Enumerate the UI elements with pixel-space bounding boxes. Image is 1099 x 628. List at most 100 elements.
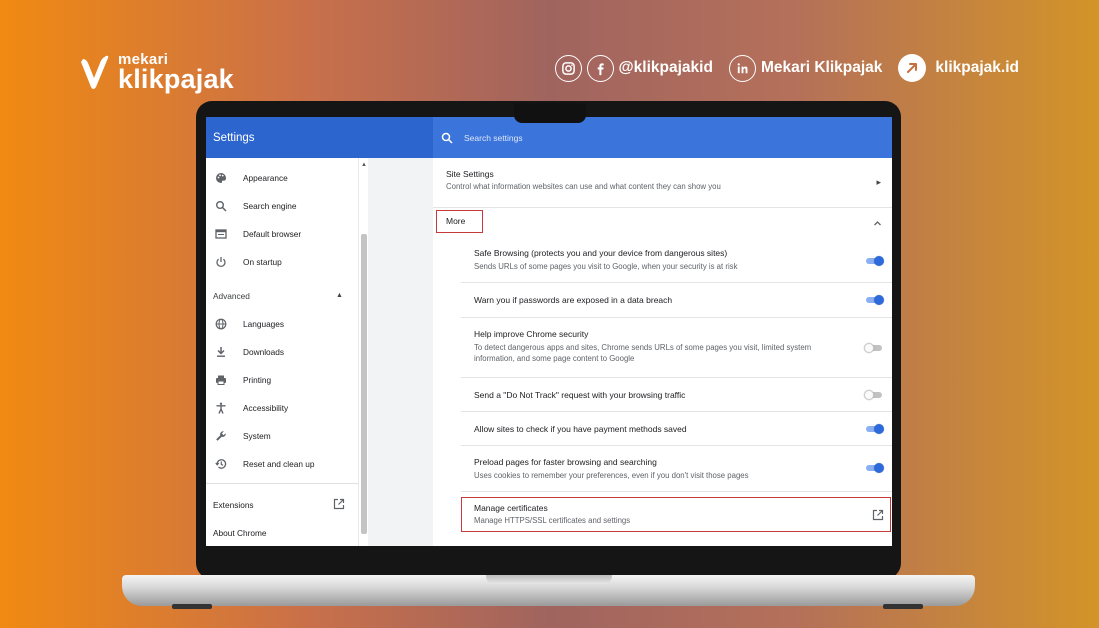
payment-methods-row[interactable]: Allow sites to check if you have payment… — [433, 424, 892, 434]
site-settings-row[interactable]: Site Settings Control what information w… — [433, 169, 892, 192]
row-divider — [461, 317, 892, 318]
palette-icon — [214, 171, 228, 185]
external-link-icon[interactable] — [898, 54, 927, 82]
wrench-icon — [214, 429, 228, 443]
setting-subtitle: Manage HTTPS/SSL certificates and settin… — [474, 516, 631, 525]
social-links: @klikpajakid Mekari Klikpajak klikpajak.… — [554, 54, 1019, 82]
setting-subtitle: Uses cookies to remember your preference… — [474, 471, 749, 480]
setting-title: Safe Browsing (protects you and your dev… — [474, 248, 728, 258]
accessibility-icon — [214, 401, 228, 415]
row-divider — [461, 282, 892, 283]
sidebar-item-label: Appearance — [243, 173, 288, 183]
chevron-up-icon[interactable] — [873, 215, 882, 233]
chevron-right-icon[interactable]: ▸ — [876, 177, 881, 188]
external-link-icon[interactable] — [872, 508, 884, 526]
printer-icon — [214, 373, 228, 387]
globe-icon — [214, 317, 228, 331]
linkedin-icon[interactable] — [728, 54, 756, 82]
brand-big-text: klikpajak — [118, 64, 234, 94]
search-icon — [441, 132, 453, 144]
laptop-base-notch — [486, 575, 612, 584]
setting-title: Manage certificates — [474, 503, 548, 513]
setting-title: Allow sites to check if you have payment… — [474, 424, 687, 434]
do-not-track-toggle[interactable] — [864, 390, 884, 400]
do-not-track-row[interactable]: Send a "Do Not Track" request with your … — [433, 390, 892, 400]
chevron-up-icon[interactable]: ▲ — [336, 292, 343, 299]
safe-browsing-toggle[interactable] — [864, 256, 884, 266]
facebook-icon[interactable] — [586, 54, 614, 82]
instagram-icon[interactable] — [554, 54, 582, 82]
chrome-settings-window: Settings Search settings Appearance Sear… — [206, 117, 892, 546]
sidebar-item-default-browser[interactable]: Default browser — [206, 224, 358, 244]
search-placeholder: Search settings — [464, 132, 523, 143]
sidebar-item-label: Accessibility — [243, 403, 289, 413]
sidebar-item-label: Default browser — [243, 229, 302, 239]
sidebar-item-label: Languages — [243, 319, 285, 329]
sidebar-item-on-startup[interactable]: On startup — [206, 252, 358, 272]
sidebar-item-label: On startup — [243, 257, 282, 267]
search-settings-field[interactable]: Search settings — [433, 117, 892, 158]
privacy-security-card: Site Settings Control what information w… — [433, 158, 892, 546]
search-icon — [214, 199, 228, 213]
setting-title: Warn you if passwords are exposed in a d… — [474, 295, 673, 305]
advanced-section-toggle[interactable]: Advanced — [213, 291, 250, 301]
row-divider — [461, 377, 892, 378]
setting-title: Send a "Do Not Track" request with your … — [474, 390, 686, 400]
sidebar-item-search-engine[interactable]: Search engine — [206, 196, 358, 216]
social-handle[interactable]: @klikpajakid — [619, 59, 713, 77]
sidebar-item-printing[interactable]: Printing — [206, 370, 358, 390]
scrollbar-thumb[interactable] — [361, 234, 367, 534]
checkmark-logo-icon — [81, 55, 109, 89]
row-divider — [461, 411, 892, 412]
row-divider — [461, 491, 892, 492]
manage-certificates-row[interactable]: Manage certificates Manage HTTPS/SSL cer… — [433, 503, 892, 526]
sidebar-item-languages[interactable]: Languages — [206, 314, 358, 334]
linkedin-name[interactable]: Mekari Klikpajak — [761, 59, 882, 77]
sidebar-item-reset[interactable]: Reset and clean up — [206, 454, 358, 474]
sidebar-item-label: Downloads — [243, 347, 285, 357]
sidebar-divider — [206, 483, 358, 484]
password-breach-toggle[interactable] — [864, 295, 884, 305]
sidebar-item-downloads[interactable]: Downloads — [206, 342, 358, 362]
browser-icon — [214, 227, 228, 241]
sidebar-item-system[interactable]: System — [206, 426, 358, 446]
sidebar-item-about-chrome[interactable]: About Chrome — [213, 528, 267, 538]
more-section-toggle[interactable]: More — [446, 216, 465, 226]
preload-pages-toggle[interactable] — [864, 463, 884, 473]
setting-title: Preload pages for faster browsing and se… — [474, 457, 657, 467]
sidebar-item-label: Printing — [243, 375, 272, 385]
sidebar-item-extensions[interactable]: Extensions — [213, 500, 254, 510]
setting-title: Help improve Chrome security — [474, 329, 589, 339]
external-link-icon[interactable] — [333, 497, 345, 515]
site-settings-title: Site Settings — [446, 169, 494, 179]
scroll-up-arrow-icon[interactable]: ▲ — [361, 162, 367, 168]
improve-security-row[interactable]: Help improve Chrome security To detect d… — [433, 329, 892, 365]
safe-browsing-row[interactable]: Safe Browsing (protects you and your dev… — [433, 248, 892, 272]
row-divider — [433, 207, 892, 208]
improve-security-toggle[interactable] — [864, 343, 884, 353]
laptop-foot — [883, 604, 923, 609]
sidebar-item-label: Reset and clean up — [243, 459, 315, 469]
camera-notch — [514, 103, 586, 123]
settings-toolbar: Settings Search settings — [206, 117, 892, 158]
laptop-foot — [172, 604, 212, 609]
website-link[interactable]: klikpajak.id — [935, 59, 1019, 77]
password-breach-row[interactable]: Warn you if passwords are exposed in a d… — [433, 295, 892, 305]
download-icon — [214, 345, 228, 359]
klikpajak-logo: mekari klikpajak — [78, 52, 234, 93]
power-icon — [214, 255, 228, 269]
setting-subtitle: Sends URLs of some pages you visit to Go… — [474, 262, 738, 271]
sidebar-item-label: Search engine — [243, 201, 297, 211]
history-icon — [214, 457, 228, 471]
sidebar-scrollbar[interactable]: ▲ — [358, 158, 368, 546]
sidebar-item-appearance[interactable]: Appearance — [206, 168, 358, 188]
settings-title: Settings — [213, 131, 255, 144]
setting-subtitle: To detect dangerous apps and sites, Chro… — [474, 343, 812, 364]
preload-pages-row[interactable]: Preload pages for faster browsing and se… — [433, 457, 892, 481]
sidebar-item-label: System — [243, 431, 271, 441]
sidebar-item-accessibility[interactable]: Accessibility — [206, 398, 358, 418]
payment-methods-toggle[interactable] — [864, 424, 884, 434]
row-divider — [461, 445, 892, 446]
settings-sidebar: Appearance Search engine Default browser… — [206, 158, 358, 546]
site-settings-subtitle: Control what information websites can us… — [446, 182, 721, 191]
